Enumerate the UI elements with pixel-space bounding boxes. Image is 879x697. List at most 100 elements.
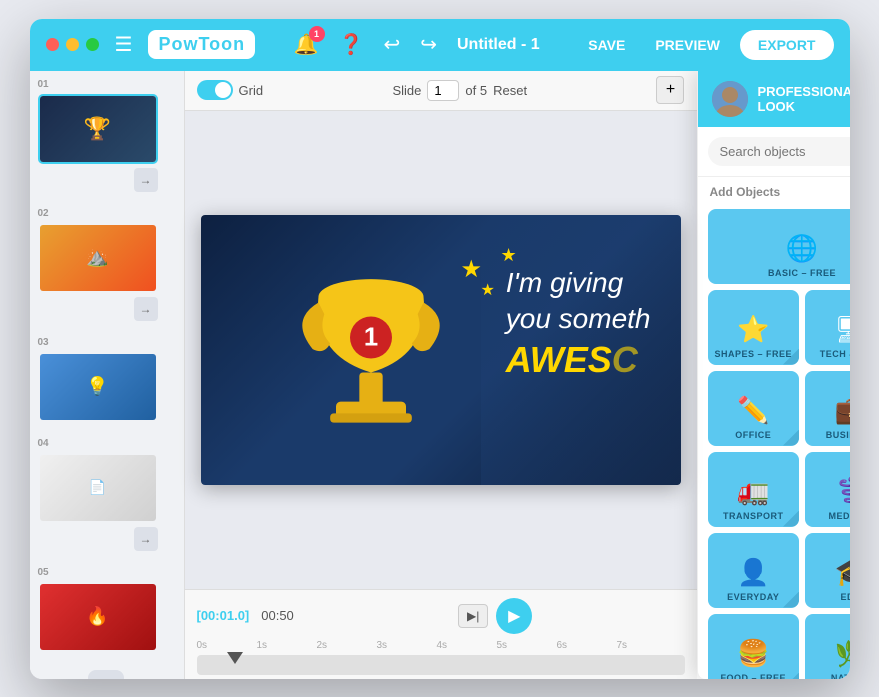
grid-label: Grid [239, 83, 264, 98]
title-bar-right: SAVE PREVIEW EXPORT [578, 30, 833, 60]
save-button[interactable]: SAVE [578, 31, 635, 59]
everyday-label: EVERYDAY [727, 592, 779, 602]
slide-item-2[interactable]: 02 ⛰️ → [30, 200, 184, 329]
minimize-button[interactable] [66, 38, 79, 51]
document-title: Untitled - 1 [457, 36, 540, 54]
export-button[interactable]: EXPORT [740, 30, 834, 60]
category-office[interactable]: ✏️ OFFICE [708, 371, 800, 446]
slide-thumb-1[interactable]: 🏆 [38, 94, 158, 164]
slide-of: of 5 [465, 83, 487, 98]
logo: PowToon [148, 30, 255, 59]
duration: 00:50 [261, 608, 294, 623]
canvas-area: Grid Slide 12345 of 5 Reset + ★ [185, 71, 697, 679]
trophy-area: 1 [291, 245, 451, 465]
ruler-4s: 4s [437, 640, 497, 651]
office-icon: ✏️ [737, 395, 769, 426]
slide-item-3[interactable]: 03 💡 [30, 329, 184, 430]
category-food-free[interactable]: 🍔 FOOD – FREE [708, 614, 800, 679]
canvas-stage: ★ ★ ★ [185, 111, 697, 589]
transport-icon: 🚛 [737, 476, 769, 507]
search-bar: 🔍 [698, 127, 850, 177]
slide-panel: 01 🏆 → 02 ⛰️ → 03 [30, 71, 185, 679]
ruler-2s: 2s [317, 640, 377, 651]
close-button[interactable] [46, 38, 59, 51]
category-nature[interactable]: 🌿 NATURE [805, 614, 850, 679]
nature-label: NATURE [831, 673, 850, 679]
ruler-3s: 3s [377, 640, 437, 651]
slide-canvas[interactable]: ★ ★ ★ [201, 215, 681, 485]
business-icon: 💼 [835, 395, 850, 426]
slide-thumb-3[interactable]: 💡 [38, 352, 158, 422]
slide-thumb-2[interactable]: ⛰️ [38, 223, 158, 293]
toggle-knob [215, 82, 231, 98]
slide-preview-3: 💡 [40, 354, 156, 420]
title-bar-center: 🔔 1 ❓ ↩ ↪ Untitled - 1 [271, 32, 562, 57]
slide-item-5[interactable]: 05 🔥 [30, 559, 184, 660]
add-slide-button[interactable]: + Add slide [84, 670, 129, 679]
canvas-text-line1: I'm giving [506, 267, 623, 298]
tech-web-label: TECH & WEB [820, 349, 850, 359]
transport-label: TRANSPORT [723, 511, 784, 521]
maximize-button[interactable] [86, 38, 99, 51]
preview-button[interactable]: PREVIEW [645, 31, 730, 59]
slide-number-1: 01 [38, 79, 49, 90]
notification-badge: 1 [309, 26, 325, 42]
slide-action-btn-2[interactable]: → [134, 297, 158, 321]
slide-action-btn-1[interactable]: → [134, 168, 158, 192]
reset-button[interactable]: Reset [493, 83, 527, 98]
slide-preview-5: 🔥 [40, 584, 156, 650]
ruler-0s: 0s [197, 640, 257, 651]
nature-icon: 🌿 [835, 638, 850, 669]
category-transport[interactable]: 🚛 TRANSPORT [708, 452, 800, 527]
help-icon[interactable]: ❓ [339, 32, 364, 57]
search-input-wrap: 🔍 [708, 137, 850, 166]
card-corner [783, 592, 799, 608]
grid-switch[interactable] [197, 80, 233, 100]
category-business[interactable]: 💼 BUSINESS [805, 371, 850, 446]
panel-title: PROFESSIONAL LOOK [758, 84, 850, 114]
medical-label: MEDICAL [829, 511, 850, 521]
category-shapes-free[interactable]: ⭐ SHAPES – FREE [708, 290, 800, 365]
play-button[interactable]: ▶ [496, 598, 532, 634]
window-controls [46, 38, 99, 51]
slide-thumb-5[interactable]: 🔥 [38, 582, 158, 652]
timeline-track[interactable] [197, 655, 685, 675]
search-input[interactable] [720, 144, 850, 159]
edu-label: EDU [840, 592, 849, 602]
add-objects-label: Add Objects [698, 177, 850, 203]
tech-web-icon: 🖥 [834, 314, 849, 345]
category-basic-free[interactable]: 🌐 BASIC – FREE [708, 209, 850, 284]
slide-item-1[interactable]: 01 🏆 → [30, 71, 184, 200]
grid-toggle[interactable]: Grid [197, 80, 264, 100]
category-edu[interactable]: 🎓 EDU [805, 533, 850, 608]
add-slide-icon: + [88, 670, 124, 679]
category-tech-web[interactable]: 🖥 TECH & WEB [805, 290, 850, 365]
current-time: [00:01.0] [197, 608, 250, 623]
slide-item-4[interactable]: 04 📄 → [30, 430, 184, 559]
card-corner [783, 430, 799, 446]
ruler-1s: 1s [257, 640, 317, 651]
slide-thumb-4[interactable]: 📄 [38, 453, 158, 523]
business-label: BUSINESS [826, 430, 850, 440]
ruler-6s: 6s [557, 640, 617, 651]
undo-icon[interactable]: ↩ [383, 32, 400, 57]
slide-preview-2: ⛰️ [40, 225, 156, 291]
slide-action-btn-4[interactable]: → [134, 527, 158, 551]
category-everyday[interactable]: 👤 EVERYDAY [708, 533, 800, 608]
hamburger-icon[interactable]: ☰ [115, 32, 133, 57]
redo-icon[interactable]: ↪ [420, 32, 437, 57]
notification-icon[interactable]: 🔔 1 [294, 32, 319, 57]
timeline-ruler: 0s 1s 2s 3s 4s 5s 6s 7s [197, 640, 685, 651]
slide-number-2: 02 [38, 208, 49, 219]
svg-text:1: 1 [363, 323, 377, 351]
slide-number-select[interactable]: 12345 [427, 80, 459, 101]
category-medical[interactable]: ⚕️ MEDICAL [805, 452, 850, 527]
objects-grid: 🌐 BASIC – FREE ⭐ SHAPES – FREE 🖥 TECH & … [698, 203, 850, 679]
everyday-icon: 👤 [737, 557, 769, 588]
medical-icon: ⚕️ [835, 476, 850, 507]
zoom-in-button[interactable]: + [656, 76, 684, 104]
food-free-label: FOOD – FREE [720, 673, 786, 679]
slide-number-5: 05 [38, 567, 49, 578]
playhead[interactable] [227, 652, 243, 664]
frame-step-button[interactable]: ▶| [458, 604, 488, 628]
